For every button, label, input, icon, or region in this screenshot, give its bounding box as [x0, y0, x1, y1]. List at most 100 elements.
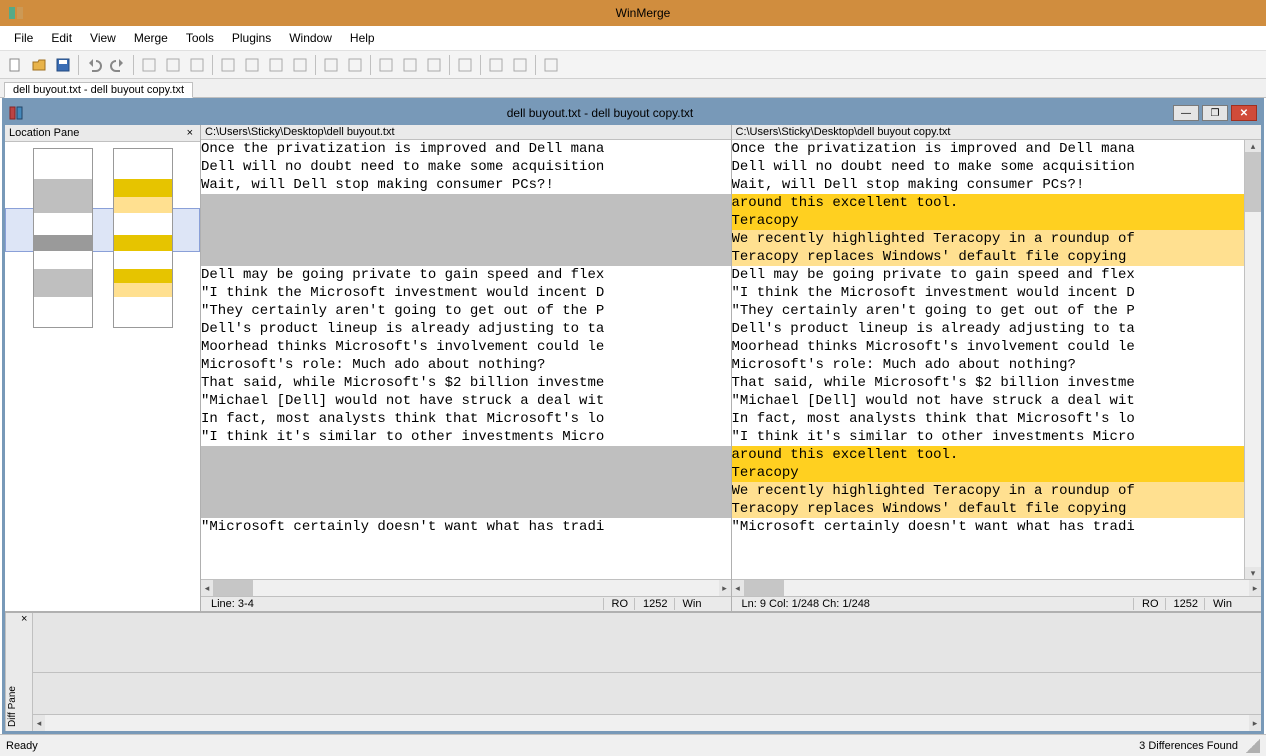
right-hscroll[interactable]: ◂▸ — [732, 579, 1262, 596]
left-path: C:\Users\Sticky\Desktop\dell buyout.txt — [201, 125, 731, 140]
toolbar-save-button[interactable] — [52, 54, 74, 76]
location-pane: Location Pane × — [5, 125, 201, 611]
minimize-button[interactable]: — — [1173, 105, 1199, 121]
menu-file[interactable]: File — [6, 28, 41, 48]
menu-edit[interactable]: Edit — [43, 28, 80, 48]
right-status-pos: Ln: 9 Col: 1/248 Ch: 1/248 — [736, 598, 1135, 610]
location-pane-close[interactable]: × — [184, 127, 196, 139]
menu-merge[interactable]: Merge — [126, 28, 176, 48]
toolbar-diff2-button[interactable] — [162, 54, 184, 76]
menu-tools[interactable]: Tools — [178, 28, 222, 48]
right-status: Ln: 9 Col: 1/248 Ch: 1/248 RO 1252 Win — [732, 596, 1262, 611]
text-line: "I think it's similar to other investmen… — [732, 428, 1245, 446]
toolbar-new-button[interactable] — [4, 54, 26, 76]
right-status-ro: RO — [1136, 598, 1166, 610]
text-line: "I think the Microsoft investment would … — [732, 284, 1245, 302]
text-line — [201, 500, 731, 518]
location-left-column — [33, 148, 93, 328]
right-text[interactable]: Once the privatization is improved and D… — [732, 140, 1245, 579]
diff-row-bottom[interactable]: ◂▸ — [33, 673, 1261, 732]
text-line — [201, 464, 731, 482]
workspace: dell buyout.txt - dell buyout copy.txt —… — [2, 98, 1264, 734]
text-line: Teracopy replaces Windows' default file … — [732, 500, 1245, 518]
toolbar-sw-button[interactable] — [454, 54, 476, 76]
diff-pane-label: Diff Pane — [5, 613, 19, 731]
menu-window[interactable]: Window — [281, 28, 340, 48]
doc-tab[interactable]: dell buyout.txt - dell buyout copy.txt — [4, 82, 193, 98]
left-status-ro: RO — [606, 598, 636, 610]
text-line: Wait, will Dell stop making consumer PCs… — [732, 176, 1245, 194]
toolbar-n1-button[interactable] — [320, 54, 342, 76]
text-line: Once the privatization is improved and D… — [201, 140, 731, 158]
left-status: Line: 3-4 RO 1252 Win — [201, 596, 731, 611]
toolbar-n4-button[interactable] — [399, 54, 421, 76]
toolbar-redo-button[interactable] — [107, 54, 129, 76]
toolbar-undo-button[interactable] — [83, 54, 105, 76]
menu-plugins[interactable]: Plugins — [224, 28, 279, 48]
toolbar-ref-button[interactable] — [540, 54, 562, 76]
text-line: "Microsoft certainly doesn't want what h… — [201, 518, 731, 536]
status-left: Ready — [6, 740, 1139, 752]
menu-help[interactable]: Help — [342, 28, 383, 48]
toolbar-diff3-button[interactable] — [186, 54, 208, 76]
doc-icon — [9, 106, 23, 120]
statusbar: Ready 3 Differences Found — [0, 734, 1266, 756]
right-vscroll[interactable]: ▴▾ — [1244, 140, 1261, 579]
toolbar-m4-button[interactable] — [289, 54, 311, 76]
toolbar-diff1-button[interactable] — [138, 54, 160, 76]
text-line: "Michael [Dell] would not have struck a … — [201, 392, 731, 410]
diff-pane-close[interactable]: × — [21, 613, 27, 625]
toolbar-p1-button[interactable] — [485, 54, 507, 76]
right-pane: C:\Users\Sticky\Desktop\dell buyout copy… — [732, 125, 1262, 611]
text-line: "They certainly aren't going to get out … — [732, 302, 1245, 320]
left-status-codepage: 1252 — [637, 598, 674, 610]
left-text[interactable]: Once the privatization is improved and D… — [201, 140, 731, 579]
resize-grip[interactable] — [1246, 739, 1260, 753]
text-line: In fact, most analysts think that Micros… — [201, 410, 731, 428]
location-pane-title: Location Pane — [9, 127, 79, 139]
text-line: "They certainly aren't going to get out … — [201, 302, 731, 320]
text-line: "I think it's similar to other investmen… — [201, 428, 731, 446]
text-line: That said, while Microsoft's $2 billion … — [732, 374, 1245, 392]
app-icon — [8, 5, 24, 21]
text-line — [201, 212, 731, 230]
app-title: WinMerge — [28, 6, 1258, 20]
text-line: Moorhead thinks Microsoft's involvement … — [732, 338, 1245, 356]
location-map[interactable] — [5, 142, 200, 611]
text-line: "Microsoft certainly doesn't want what h… — [732, 518, 1245, 536]
text-line: Moorhead thinks Microsoft's involvement … — [201, 338, 731, 356]
toolbar-m2-button[interactable] — [241, 54, 263, 76]
toolbar-n3-button[interactable] — [375, 54, 397, 76]
toolbar-n5-button[interactable] — [423, 54, 445, 76]
right-path: C:\Users\Sticky\Desktop\dell buyout copy… — [732, 125, 1262, 140]
diff-row-top[interactable] — [33, 613, 1261, 673]
toolbar-n2-button[interactable] — [344, 54, 366, 76]
left-status-eol: Win — [677, 598, 727, 610]
text-line: "Michael [Dell] would not have struck a … — [732, 392, 1245, 410]
right-status-codepage: 1252 — [1168, 598, 1205, 610]
status-right: 3 Differences Found — [1139, 740, 1238, 752]
text-line: Dell may be going private to gain speed … — [732, 266, 1245, 284]
text-line: In fact, most analysts think that Micros… — [732, 410, 1245, 428]
maximize-button[interactable]: ❐ — [1202, 105, 1228, 121]
menubar: FileEditViewMergeToolsPluginsWindowHelp — [0, 26, 1266, 51]
doc-title: dell buyout.txt - dell buyout copy.txt — [27, 106, 1173, 120]
close-button[interactable]: ✕ — [1231, 105, 1257, 121]
toolbar-open-button[interactable] — [28, 54, 50, 76]
left-hscroll[interactable]: ◂▸ — [201, 579, 731, 596]
toolbar-m1-button[interactable] — [217, 54, 239, 76]
toolbar-p2-button[interactable] — [509, 54, 531, 76]
tabbar: dell buyout.txt - dell buyout copy.txt — [0, 79, 1266, 98]
menu-view[interactable]: View — [82, 28, 124, 48]
left-status-pos: Line: 3-4 — [205, 598, 604, 610]
text-line — [201, 248, 731, 266]
toolbar-m3-button[interactable] — [265, 54, 287, 76]
left-pane: C:\Users\Sticky\Desktop\dell buyout.txt … — [201, 125, 732, 611]
text-line: Dell may be going private to gain speed … — [201, 266, 731, 284]
text-line: Teracopy replaces Windows' default file … — [732, 248, 1245, 266]
diff-hscroll[interactable]: ◂▸ — [33, 714, 1261, 731]
location-right-column — [113, 148, 173, 328]
text-line: Teracopy — [732, 464, 1245, 482]
text-line: Microsoft's role: Much ado about nothing… — [201, 356, 731, 374]
text-line: "I think the Microsoft investment would … — [201, 284, 731, 302]
